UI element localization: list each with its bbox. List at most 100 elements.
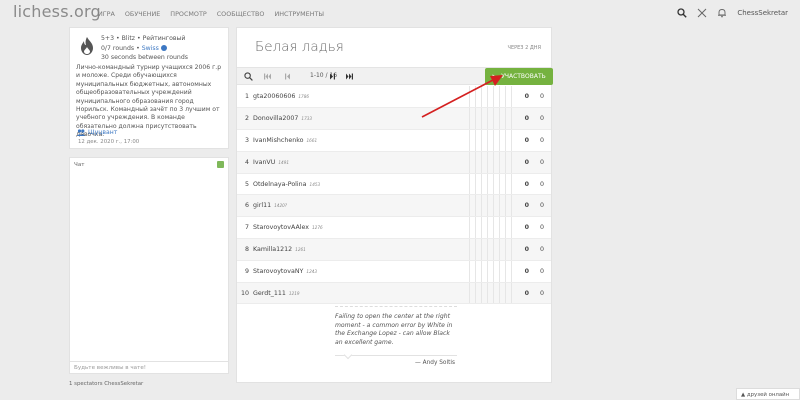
player-score: 0 <box>510 194 533 218</box>
user-menu[interactable]: ChessSekretar <box>737 9 788 17</box>
next-page-icon[interactable] <box>328 72 337 81</box>
nav-tools[interactable]: ИНСТРУМЕНТЫ <box>274 10 324 18</box>
last-page-icon[interactable] <box>345 72 354 81</box>
standings-row[interactable]: 5 Otdelnaya-Polina 1453 0 0 <box>237 173 551 196</box>
chat-input[interactable]: Будьте вежливы в чате! <box>70 361 228 373</box>
chat-panel: Чат Будьте вежливы в чате! <box>69 157 229 374</box>
search-icon[interactable] <box>677 8 688 18</box>
tournament-info: 5+3 • Blitz • Рейтинговый 0/7 rounds • S… <box>69 27 229 149</box>
standings-row[interactable]: 7 StarovoytovAAlex 1276 0 0 <box>237 216 551 240</box>
tournament-date: 12 дек. 2020 г., 17:00 <box>78 139 140 145</box>
player-cell[interactable]: StarovoytovAAlex 1276 <box>251 216 469 240</box>
player-rank: 3 <box>237 129 251 152</box>
player-name[interactable]: Donovilla2007 <box>253 115 298 122</box>
standings-row[interactable]: 8 Kamilla1212 1261 0 0 <box>237 238 551 261</box>
player-cell[interactable]: StarovoytovaNY 1243 <box>251 260 469 283</box>
player-name[interactable]: Otdelnaya-Polina <box>253 181 307 188</box>
main-nav: ИГРА ОБУЧЕНИЕ ПРОСМОТР СООБЩЕСТВО ИНСТРУ… <box>98 10 324 18</box>
player-rank: 4 <box>237 151 251 174</box>
player-rating: 1491 <box>278 159 290 165</box>
nav-play[interactable]: ИГРА <box>98 10 115 18</box>
player-rating: 1420? <box>274 203 287 209</box>
info-icon[interactable] <box>160 44 167 51</box>
friends-online-button[interactable]: ▲ друзей онлайн <box>736 388 800 400</box>
player-cell[interactable]: Otdelnaya-Polina 1453 <box>251 173 469 196</box>
player-name[interactable]: Gerdt_111 <box>253 290 286 297</box>
standings-panel: Белая ладья ЧЕРЕЗ 2 ДНЯ 1-10 / 16 УЧАСТВ… <box>236 27 553 383</box>
chat-toggle-checkbox[interactable] <box>217 161 224 168</box>
join-label: УЧАСТВОВАТЬ <box>501 73 546 80</box>
player-tiebreak: 0 <box>533 86 551 109</box>
player-score: 0 <box>510 238 533 261</box>
blitz-fire-icon <box>81 37 93 55</box>
swiss-link[interactable]: Swiss <box>142 45 159 52</box>
player-score: 0 <box>510 216 533 240</box>
standings-row[interactable]: 9 StarovoytovaNY 1243 0 0 <box>237 260 551 283</box>
player-rank: 2 <box>237 107 251 131</box>
player-name[interactable]: IvanVU <box>253 159 275 166</box>
swords-icon[interactable] <box>697 8 707 18</box>
player-name[interactable]: StarovoytovAAlex <box>253 224 309 231</box>
play-icon <box>492 74 498 79</box>
player-rank: 1 <box>237 86 251 109</box>
prev-page-icon[interactable] <box>283 72 292 81</box>
player-rating: 1786 <box>298 94 310 100</box>
player-rank: 9 <box>237 260 251 283</box>
player-score: 0 <box>510 129 533 152</box>
player-score: 0 <box>510 282 533 305</box>
player-rating: 1243 <box>306 268 318 274</box>
nav-community[interactable]: СООБЩЕСТВО <box>217 10 265 18</box>
player-cell[interactable]: IvanVU 1491 <box>251 151 469 174</box>
player-rank: 8 <box>237 238 251 261</box>
player-rating: 1219 <box>288 290 300 296</box>
player-rating: 1733 <box>301 116 313 122</box>
standings-row[interactable]: 6 girl11 1420? 0 0 <box>237 194 551 218</box>
team-link[interactable]: Щуцвант <box>77 129 117 136</box>
rounds-count: 0/7 rounds • <box>101 44 140 52</box>
standings-table: 1 gta20060606 1786 0 0 2 Donovilla2007 1733 0 0 3 I… <box>237 86 551 305</box>
first-page-icon[interactable] <box>263 72 272 81</box>
spectators-count: 1 spectators ChessSekretar <box>69 381 144 387</box>
bell-icon[interactable] <box>717 8 727 18</box>
player-name[interactable]: StarovoytovaNY <box>253 268 303 275</box>
player-rating: 1661 <box>306 137 318 143</box>
standings-row[interactable]: 10 Gerdt_111 1219 0 0 <box>237 282 551 305</box>
nav-learn[interactable]: ОБУЧЕНИЕ <box>125 10 160 18</box>
player-tiebreak: 0 <box>533 238 551 261</box>
nav-watch[interactable]: ПРОСМОТР <box>170 10 206 18</box>
player-tiebreak: 0 <box>533 129 551 152</box>
standings-row[interactable]: 2 Donovilla2007 1733 0 0 <box>237 107 551 131</box>
quote-divider <box>335 355 457 356</box>
player-name[interactable]: Kamilla1212 <box>253 246 292 253</box>
player-name[interactable]: IvanMishchenko <box>253 137 303 144</box>
player-cell[interactable]: Kamilla1212 1261 <box>251 238 469 261</box>
chess-quote: Failing to open the center at the right … <box>335 306 457 347</box>
player-tiebreak: 0 <box>533 216 551 240</box>
standings-row[interactable]: 4 IvanVU 1491 0 0 <box>237 151 551 174</box>
player-cell[interactable]: gta20060606 1786 <box>251 86 469 109</box>
player-tiebreak: 0 <box>533 260 551 283</box>
player-rank: 7 <box>237 216 251 240</box>
player-rating: 1276 <box>312 225 323 231</box>
player-name[interactable]: gta20060606 <box>253 93 295 100</box>
player-score: 0 <box>510 173 533 196</box>
player-cell[interactable]: IvanMishchenko 1661 <box>251 129 469 152</box>
search-icon[interactable] <box>244 72 253 81</box>
player-score: 0 <box>510 151 533 174</box>
player-name[interactable]: girl11 <box>253 202 271 209</box>
tournament-meta: 5+3 • Blitz • Рейтинговый 0/7 rounds • S… <box>101 34 188 63</box>
site-logo[interactable]: lichess.org <box>13 2 101 21</box>
team-name[interactable]: Щуцвант <box>88 129 117 136</box>
player-cell[interactable]: Gerdt_111 1219 <box>251 282 469 305</box>
player-tiebreak: 0 <box>533 107 551 131</box>
standings-row[interactable]: 3 IvanMishchenko 1661 0 0 <box>237 129 551 152</box>
player-cell[interactable]: girl11 1420? <box>251 194 469 218</box>
top-right-menu: ChessSekretar <box>677 8 788 18</box>
page-title: Белая ладья <box>255 39 344 55</box>
player-score: 0 <box>510 86 533 109</box>
standings-row[interactable]: 1 gta20060606 1786 0 0 <box>237 86 551 109</box>
player-cell[interactable]: Donovilla2007 1733 <box>251 107 469 131</box>
join-button[interactable]: УЧАСТВОВАТЬ <box>485 68 553 85</box>
tournament-rounds: 0/7 rounds • Swiss <box>101 44 188 54</box>
player-tiebreak: 0 <box>533 194 551 218</box>
